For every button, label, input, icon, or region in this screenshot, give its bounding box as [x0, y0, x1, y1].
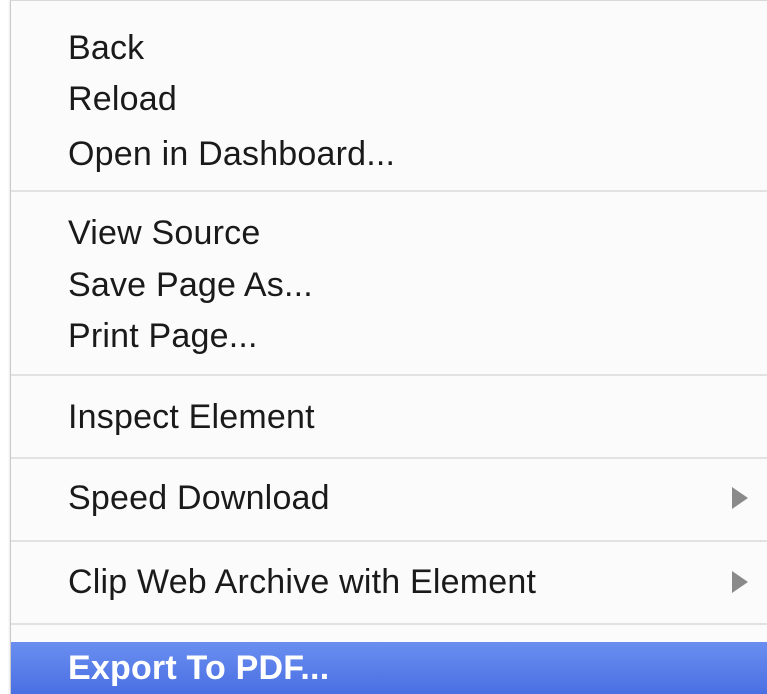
- menu-item-label: View Source: [68, 213, 261, 252]
- menu-item-back[interactable]: Back: [11, 23, 767, 73]
- menu-item-label: Export To PDF...: [68, 648, 330, 687]
- menu-item-label: Reload: [68, 79, 177, 118]
- menu-separator: [11, 540, 767, 542]
- menu-separator: [11, 457, 767, 459]
- menu-item-label: Speed Download: [68, 478, 330, 517]
- menu-item-clip-web-archive[interactable]: Clip Web Archive with Element: [11, 557, 767, 607]
- context-menu: Back Reload Open in Dashboard... View So…: [10, 0, 767, 694]
- menu-item-label: Open in Dashboard...: [68, 134, 396, 173]
- menu-separator: [11, 623, 767, 625]
- menu-separator: [11, 374, 767, 376]
- menu-separator: [11, 190, 767, 192]
- menu-item-label: Print Page...: [68, 316, 258, 355]
- menu-item-inspect-element[interactable]: Inspect Element: [11, 392, 767, 442]
- menu-item-speed-download[interactable]: Speed Download: [11, 473, 767, 523]
- menu-item-label: Clip Web Archive with Element: [68, 562, 537, 601]
- submenu-arrow-icon: [732, 571, 748, 593]
- menu-item-export-to-pdf[interactable]: Export To PDF...: [11, 642, 767, 694]
- menu-item-reload[interactable]: Reload: [11, 74, 767, 124]
- menu-item-label: Back: [68, 28, 145, 67]
- menu-item-label: Inspect Element: [68, 397, 315, 436]
- submenu-arrow-icon: [732, 487, 748, 509]
- menu-item-print-page[interactable]: Print Page...: [11, 311, 767, 361]
- menu-item-save-page-as[interactable]: Save Page As...: [11, 260, 767, 310]
- menu-item-view-source[interactable]: View Source: [11, 208, 767, 258]
- menu-item-label: Save Page As...: [68, 265, 313, 304]
- menu-item-open-in-dashboard[interactable]: Open in Dashboard...: [11, 129, 767, 179]
